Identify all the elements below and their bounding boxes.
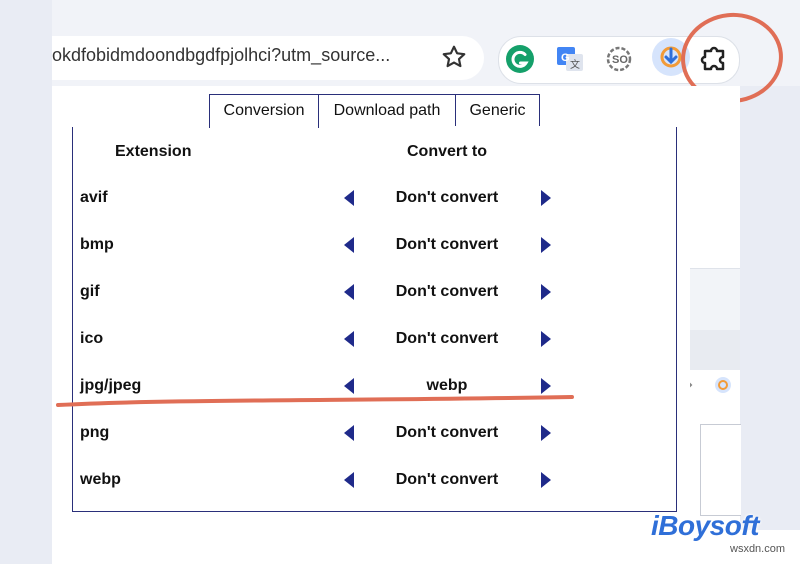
grammarly-icon[interactable] — [505, 44, 535, 74]
next-option-arrow-icon[interactable] — [540, 331, 552, 347]
next-option-arrow-icon[interactable] — [540, 190, 552, 206]
extension-column-header: Extension — [115, 143, 192, 160]
mini-download-icon — [715, 377, 731, 393]
svg-text:文: 文 — [570, 58, 580, 71]
extension-label: bmp — [80, 236, 114, 253]
extension-label: png — [80, 424, 110, 441]
translate-icon[interactable]: G 文 — [555, 44, 585, 74]
next-option-arrow-icon[interactable] — [540, 237, 552, 253]
convert-to-value[interactable]: Don't convert — [370, 189, 524, 207]
convert-to-column-header: Convert to — [407, 143, 487, 160]
brand-watermark: iBoysoft — [651, 510, 760, 541]
next-option-arrow-icon[interactable] — [540, 284, 552, 300]
tab-generic[interactable]: Generic — [455, 94, 540, 126]
previous-option-arrow-icon[interactable] — [343, 284, 355, 300]
site-watermark: wsxdn.com — [730, 543, 786, 555]
tab-conversion[interactable]: Conversion — [209, 94, 319, 128]
convert-to-value[interactable]: Don't convert — [370, 283, 524, 301]
previous-option-arrow-icon[interactable] — [343, 331, 355, 347]
highlight-underline — [56, 395, 574, 407]
extension-label: avif — [80, 189, 108, 206]
extension-label: gif — [80, 283, 100, 300]
tab-download-path[interactable]: Download path — [318, 94, 456, 126]
convert-to-value[interactable]: Don't convert — [370, 471, 524, 489]
star-icon[interactable] — [441, 44, 467, 70]
previous-option-arrow-icon[interactable] — [343, 190, 355, 206]
speed-icon[interactable]: SO — [604, 44, 634, 74]
background-box — [700, 424, 741, 516]
svg-text:G: G — [561, 52, 570, 64]
previous-option-arrow-icon[interactable] — [343, 472, 355, 488]
url-text[interactable]: okdfobidmdoondbgdfpjolhci?utm_source... — [52, 45, 437, 66]
conversion-panel — [72, 127, 677, 512]
extension-label: webp — [80, 471, 121, 488]
background-strip — [690, 268, 740, 332]
previous-option-arrow-icon[interactable] — [343, 237, 355, 253]
convert-to-value[interactable]: Don't convert — [370, 424, 524, 442]
convert-to-value[interactable]: Don't convert — [370, 236, 524, 254]
previous-option-arrow-icon[interactable] — [343, 425, 355, 441]
background-toolbar — [690, 330, 740, 370]
convert-to-value[interactable]: Don't convert — [370, 330, 524, 348]
next-option-arrow-icon[interactable] — [540, 425, 552, 441]
next-option-arrow-icon[interactable] — [540, 472, 552, 488]
extension-label: ico — [80, 330, 104, 347]
svg-text:SO: SO — [612, 54, 628, 66]
